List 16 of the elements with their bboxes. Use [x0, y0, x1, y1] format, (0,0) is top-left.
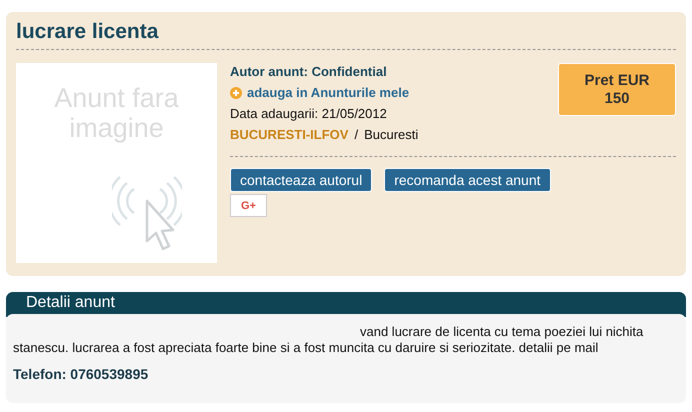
city-label: Bucuresti: [364, 126, 418, 144]
action-button[interactable]: recomanda acest anunt: [384, 168, 551, 192]
cursor-signal-icon: [112, 173, 182, 253]
author-label: Autor anunt: Confidential: [230, 63, 388, 81]
price-badge: Pret EUR 150: [558, 63, 676, 116]
details-heading: Detalii anunt: [26, 294, 115, 311]
region-link[interactable]: BUCURESTI-ILFOV: [230, 124, 348, 145]
description-text: vand lucrare de licenta cu tema poeziei lui nichita stanescu. lucrarea a fost apreciata foarte bine si a fost muncita cu daruire si seriozitate. detalii pe mail: [13, 324, 644, 356]
date-label: Data adaugarii: 21/05/2012: [230, 105, 388, 123]
action-button[interactable]: contacteaza autorul: [230, 168, 372, 192]
listing-title: lucrare licenta: [16, 20, 160, 44]
google-plus-button[interactable]: G+: [230, 194, 267, 217]
add-favorites-link[interactable]: adauga in Anunturile mele: [247, 82, 410, 103]
separator: /: [354, 126, 358, 144]
plus-icon[interactable]: [230, 86, 242, 98]
phone-label: Telefon: 0760539895: [13, 366, 150, 382]
